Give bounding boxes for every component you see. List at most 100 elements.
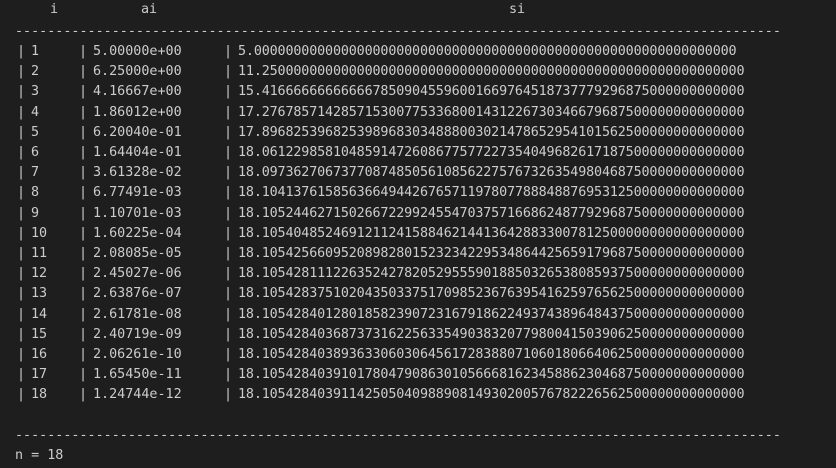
column-divider: |	[79, 124, 88, 140]
cell-i: 9	[31, 205, 40, 221]
cell-si: 18.0612298581048591472608677577227354049…	[238, 145, 745, 160]
cell-i: 15	[31, 326, 48, 342]
cell-i: 8	[31, 185, 40, 201]
column-divider: |	[79, 347, 88, 362]
cell-i: 11	[31, 246, 48, 261]
cell-ai: 3.61328e-02	[93, 165, 182, 181]
header-si: si	[509, 2, 526, 17]
column-divider: |	[224, 44, 233, 59]
column-divider: |	[79, 205, 88, 221]
column-divider: |	[224, 124, 233, 140]
column-divider: |	[79, 185, 88, 201]
table-row: | | | 10 1.60225e-04 18.105404852469121124158…	[0, 224, 836, 243]
column-divider: |	[224, 266, 233, 282]
result-count: n = 18	[15, 448, 64, 463]
column-divider: |	[79, 387, 88, 403]
column-divider: |	[79, 165, 88, 181]
table-row: | | | 2 6.25000e+00 11.2500000000000000000000…	[0, 62, 836, 81]
column-divider: |	[79, 225, 88, 241]
column-divider: |	[224, 104, 233, 120]
table-row: | | | 16 2.06261e-10 18.105428403893633060306…	[0, 345, 836, 364]
table-row: | | | 9 1.10701e-03 18.1052446271502667229924…	[0, 204, 836, 223]
table-row: | | | 6 1.64404e-01 18.0612298581048591472608…	[0, 143, 836, 162]
cell-ai: 2.45027e-06	[93, 266, 182, 282]
cell-i: 3	[31, 84, 40, 100]
table-row: | | | 3 4.16667e+00 15.4166666666666678509045…	[0, 82, 836, 101]
cell-ai: 2.61781e-08	[93, 306, 182, 322]
separator-top: ----------------------------------------…	[15, 24, 781, 39]
cell-ai: 6.20040e-01	[93, 124, 182, 140]
table-row: | | | 1 5.00000e+00 5.00000000000000000000000…	[0, 42, 836, 61]
table-row: | | | 14 2.61781e-08 18.105428401280185823907…	[0, 305, 836, 324]
cell-ai: 2.06261e-10	[93, 347, 182, 362]
cell-si: 11.2500000000000000000000000000000000000…	[238, 64, 745, 80]
column-divider: |	[79, 44, 88, 59]
terminal-output[interactable]: i ai si --------------------------------…	[0, 0, 836, 468]
column-divider: |	[224, 326, 233, 342]
column-divider: |	[17, 387, 26, 403]
cell-i: 5	[31, 124, 40, 140]
cell-ai: 1.60225e-04	[93, 225, 182, 241]
column-divider: |	[79, 104, 88, 120]
column-divider: |	[17, 64, 26, 80]
cell-i: 4	[31, 104, 40, 120]
cell-si: 18.1052446271502667229924554703757166862…	[238, 205, 745, 221]
cell-ai: 2.08085e-05	[93, 246, 182, 261]
cell-ai: 2.40719e-09	[93, 326, 182, 342]
column-divider: |	[17, 306, 26, 322]
cell-si: 15.4166666666666678509045596001669764518…	[238, 84, 745, 100]
column-divider: |	[79, 266, 88, 282]
column-divider: |	[17, 165, 26, 181]
header-ai: ai	[141, 2, 158, 17]
column-divider: |	[17, 205, 26, 221]
cell-si: 18.1054283751020435033751709852367639541…	[238, 286, 745, 302]
table-row: | | | 13 2.63876e-07 18.105428375102043503375…	[0, 284, 836, 303]
column-divider: |	[17, 44, 26, 59]
table-row: | | | 4 1.86012e+00 17.2767857142857153007753…	[0, 103, 836, 122]
table-row: | | | 7 3.61328e-02 18.0973627067377087485056…	[0, 163, 836, 182]
cell-si: 18.0973627067377087485056108562275767326…	[238, 165, 745, 181]
cell-ai: 1.65450e-11	[93, 367, 182, 383]
cell-i: 13	[31, 286, 48, 302]
cell-i: 7	[31, 165, 40, 181]
header-i: i	[50, 2, 59, 17]
cell-i: 2	[31, 64, 40, 80]
column-divider: |	[17, 326, 26, 342]
table-row: | | | 8 6.77491e-03 18.1041376158563664944267…	[0, 183, 836, 202]
column-divider: |	[17, 266, 26, 282]
table-row: | | | 11 2.08085e-05 18.105425660952089828015…	[0, 244, 836, 263]
column-divider: |	[79, 286, 88, 302]
column-divider: |	[79, 246, 88, 261]
column-divider: |	[17, 367, 26, 383]
column-divider: |	[79, 64, 88, 80]
separator-bottom: ----------------------------------------…	[15, 428, 781, 443]
cell-ai: 6.77491e-03	[93, 185, 182, 201]
cell-i: 12	[31, 266, 48, 282]
column-divider: |	[17, 104, 26, 120]
column-divider: |	[224, 246, 233, 261]
cell-si: 18.1054284036873731622563354903832077980…	[238, 326, 745, 342]
cell-si: 5.00000000000000000000000000000000000000…	[238, 44, 737, 59]
column-divider: |	[17, 124, 26, 140]
cell-i: 17	[31, 367, 48, 383]
cell-ai: 2.63876e-07	[93, 286, 182, 302]
cell-si: 18.1054048524691211241588462144136428833…	[238, 225, 745, 241]
column-divider: |	[79, 84, 88, 100]
column-divider: |	[224, 286, 233, 302]
cell-i: 16	[31, 347, 48, 362]
cell-si: 18.1041376158563664944267657119780778884…	[238, 185, 745, 201]
cell-si: 18.1054284039114250504098890814930200576…	[238, 387, 745, 403]
table-row: | | | 12 2.45027e-06 18.105428111226352427820…	[0, 264, 836, 283]
table-row: | | | 15 2.40719e-09 18.105428403687373162256…	[0, 325, 836, 344]
column-divider: |	[17, 225, 26, 241]
cell-ai: 1.10701e-03	[93, 205, 182, 221]
column-divider: |	[224, 64, 233, 80]
column-divider: |	[17, 347, 26, 362]
cell-si: 17.8968253968253989683034888003021478652…	[238, 124, 745, 140]
table-row: | | | 17 1.65450e-11 18.105428403910178047908…	[0, 365, 836, 384]
cell-ai: 1.64404e-01	[93, 145, 182, 160]
column-divider: |	[17, 84, 26, 100]
column-divider: |	[224, 225, 233, 241]
column-divider: |	[17, 246, 26, 261]
cell-ai: 6.25000e+00	[93, 64, 182, 80]
